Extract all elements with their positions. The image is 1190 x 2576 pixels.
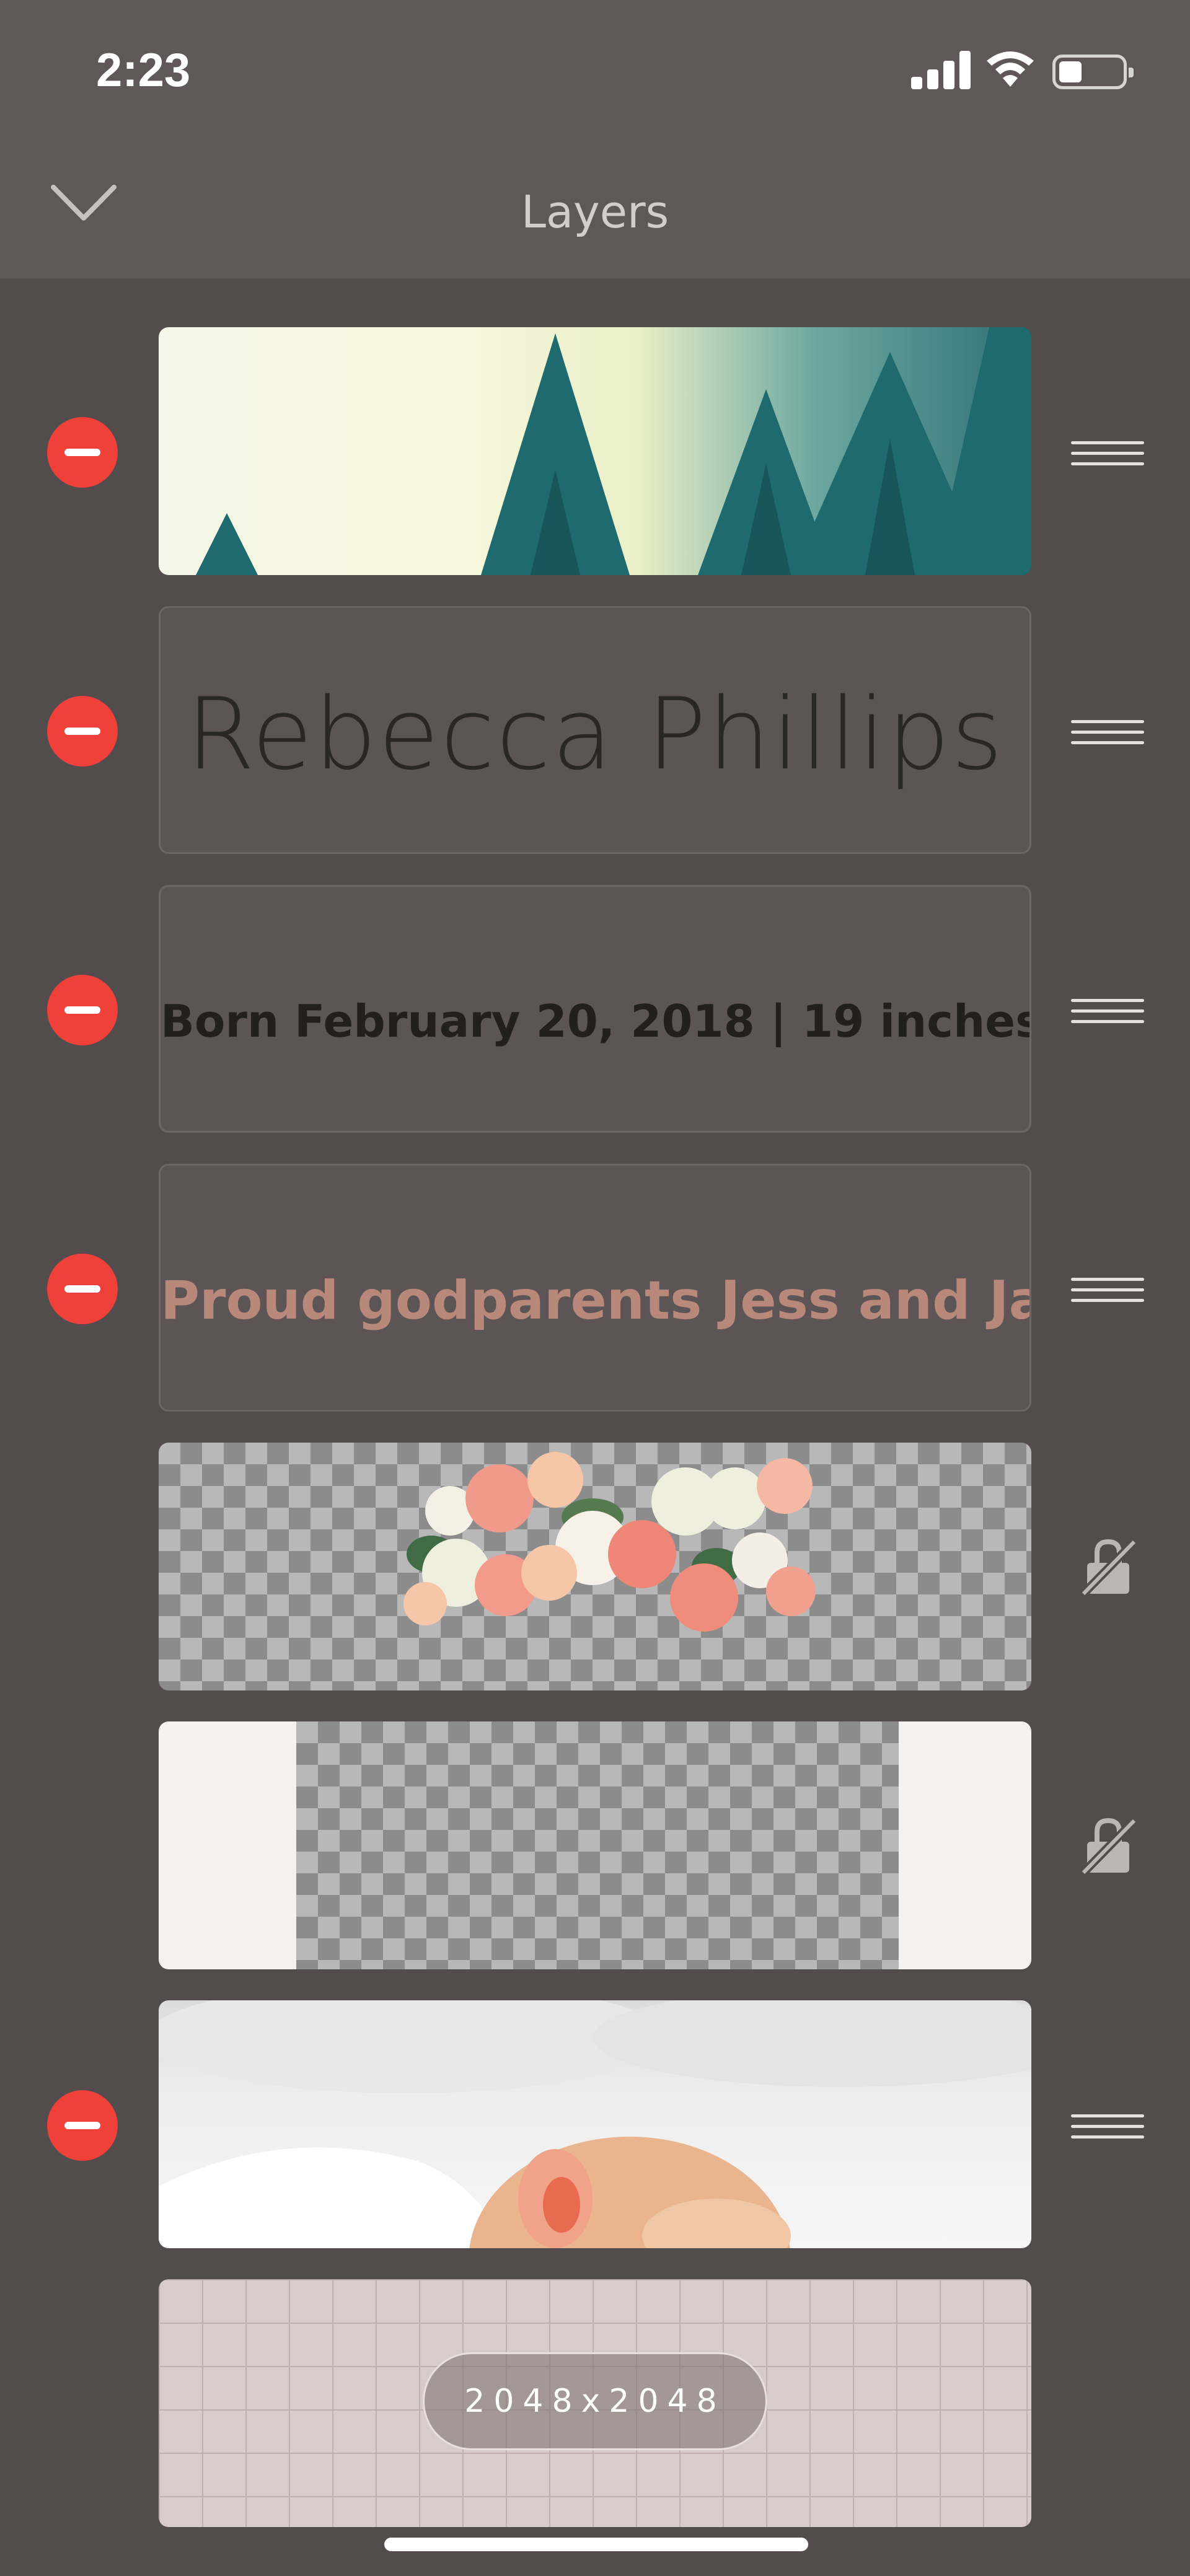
delete-layer-button[interactable]: [47, 2090, 118, 2161]
status-time: 2:23: [96, 44, 191, 97]
lock-icon: [1078, 1814, 1139, 1877]
layer-row: Proud godparents Jess and James: [0, 1164, 1190, 1412]
layer-text: Proud godparents Jess and James: [161, 1270, 1029, 1332]
layer-row: [0, 327, 1190, 575]
cellular-signal-icon: [911, 50, 973, 89]
delete-layer-button[interactable]: [47, 1254, 118, 1324]
drag-handle-icon[interactable]: [1071, 441, 1144, 466]
layer-row: Rebecca Phillips: [0, 606, 1190, 854]
layer-thumbnail-frame[interactable]: [159, 1721, 1031, 1969]
layer-thumbnail-text[interactable]: Rebecca Phillips: [159, 606, 1031, 854]
layer-thumbnail-text[interactable]: Born February 20, 2018 | 19 inches | 8..…: [159, 885, 1031, 1133]
layer-thumbnail-baby[interactable]: [159, 2000, 1031, 2248]
battery-icon: [1052, 55, 1134, 89]
layer-row: [0, 1443, 1190, 1690]
layer-row: Born February 20, 2018 | 19 inches | 8..…: [0, 885, 1190, 1133]
top-bar: 2:23 Layers: [0, 0, 1190, 279]
delete-layer-button[interactable]: [47, 417, 118, 488]
layer-row: [0, 1721, 1190, 1969]
page-title: Layers: [521, 186, 669, 238]
layer-thumbnail-floral[interactable]: [159, 1443, 1031, 1690]
canvas-background-layer[interactable]: 2048x2048: [159, 2279, 1031, 2527]
drag-handle-icon[interactable]: [1071, 2114, 1144, 2139]
layer-text: Rebecca Phillips: [186, 676, 1004, 792]
status-icons: [911, 50, 1147, 93]
layer-text: Born February 20, 2018 | 19 inches | 8..…: [161, 995, 1029, 1047]
layer-thumbnail-text[interactable]: Proud godparents Jess and James: [159, 1164, 1031, 1412]
drag-handle-icon[interactable]: [1071, 720, 1144, 745]
drag-handle-icon[interactable]: [1071, 1278, 1144, 1303]
layer-row: [0, 2000, 1190, 2248]
delete-layer-button[interactable]: [47, 975, 118, 1045]
drag-handle-icon[interactable]: [1071, 999, 1144, 1024]
lock-icon: [1078, 1536, 1139, 1598]
home-indicator[interactable]: [384, 2538, 808, 2551]
wifi-icon: [985, 50, 1035, 89]
layer-row: 2048x2048: [0, 2279, 1190, 2527]
layer-thumbnail-forest[interactable]: [159, 327, 1031, 575]
canvas-size-badge[interactable]: 2048x2048: [423, 2352, 767, 2450]
delete-layer-button[interactable]: [47, 696, 118, 767]
